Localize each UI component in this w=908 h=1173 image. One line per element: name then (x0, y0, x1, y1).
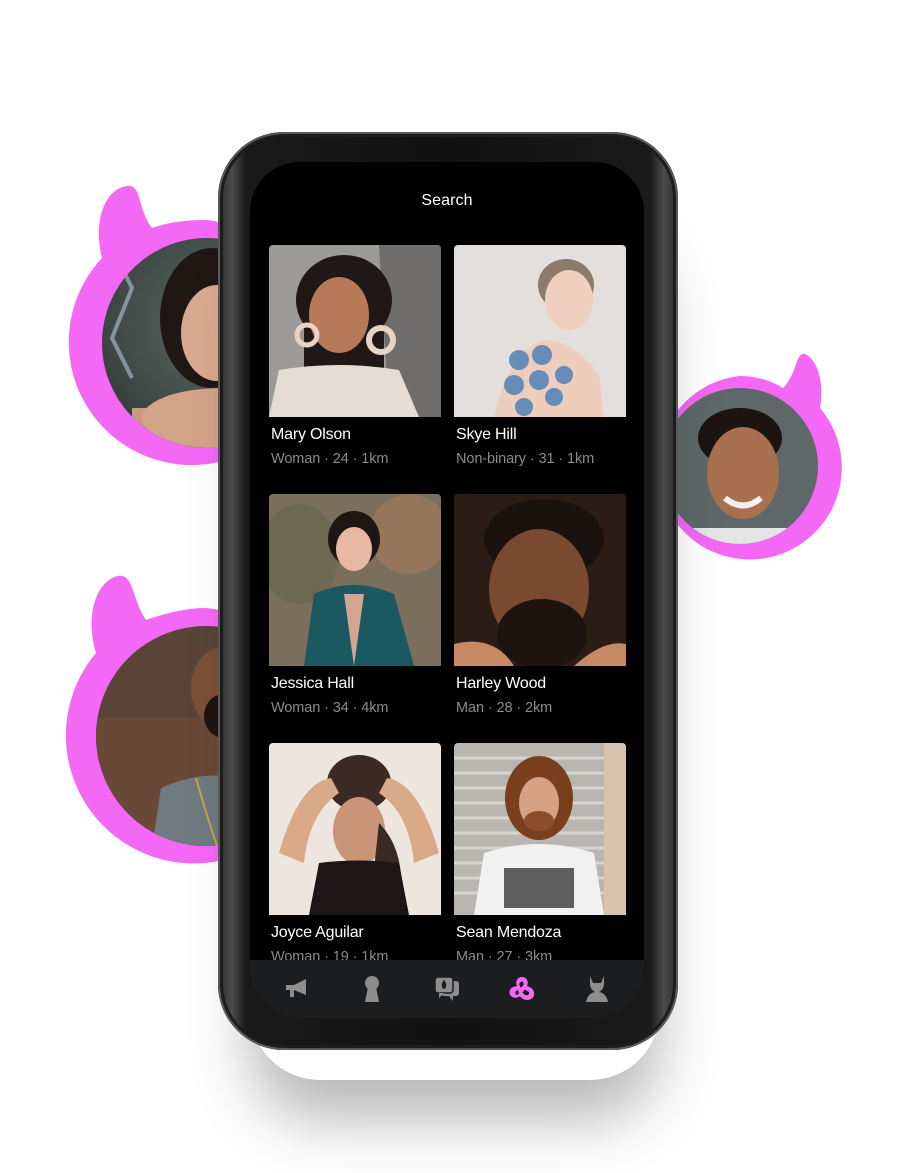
profile-card[interactable]: Harley Wood Man · 28 · 2km (454, 494, 626, 743)
profile-name: Joyce Aguilar (271, 924, 364, 941)
profile-photo[interactable] (269, 494, 441, 666)
profile-card[interactable]: Jessica Hall Woman · 34 · 4km (269, 494, 441, 743)
megaphone-icon (286, 979, 307, 997)
profile-photo[interactable] (269, 743, 441, 915)
app-screen: Search Mary Olson Woman · 24 · 1km Skye … (250, 162, 644, 1018)
profile-photo[interactable] (269, 245, 441, 417)
bottom-nav-bar (250, 960, 644, 1018)
profile-name: Sean Mendoza (456, 924, 562, 941)
profile-grid: Mary Olson Woman · 24 · 1km Skye Hill No… (269, 245, 627, 992)
nav-item-search[interactable] (497, 969, 547, 1009)
nav-item-private[interactable] (347, 969, 397, 1009)
chat-icon (434, 976, 459, 1001)
profile-card[interactable]: Joyce Aguilar Woman · 19 · 1km (269, 743, 441, 992)
nav-item-profile[interactable] (572, 969, 622, 1009)
phone-frame: Search Mary Olson Woman · 24 · 1km Skye … (218, 132, 678, 1050)
profile-card[interactable]: Sean Mendoza Man · 27 · 3km (454, 743, 626, 992)
page-title: Search (421, 192, 473, 209)
profile-photo[interactable] (454, 743, 626, 915)
profile-name: Jessica Hall (271, 675, 354, 692)
nav-item-announcements[interactable] (272, 969, 322, 1009)
profile-name: Harley Wood (456, 675, 546, 692)
profile-photo[interactable] (454, 494, 626, 666)
profile-meta: Woman · 24 · 1km (271, 451, 389, 467)
profile-name: Skye Hill (456, 426, 517, 443)
profile-card[interactable]: Mary Olson Woman · 24 · 1km (269, 245, 441, 494)
keyhole-icon (365, 976, 380, 1002)
triple-loop-icon (509, 977, 534, 1000)
nav-item-chats[interactable] (422, 969, 472, 1009)
devil-icon (585, 976, 608, 1002)
profile-meta: Non-binary · 31 · 1km (456, 451, 595, 467)
profile-meta: Woman · 34 · 4km (271, 700, 389, 716)
profile-card[interactable]: Skye Hill Non-binary · 31 · 1km (454, 245, 626, 494)
profile-photo[interactable] (454, 245, 626, 417)
profile-name: Mary Olson (271, 426, 351, 443)
profile-meta: Man · 28 · 2km (456, 700, 553, 716)
devil-avatar-right (655, 348, 845, 568)
